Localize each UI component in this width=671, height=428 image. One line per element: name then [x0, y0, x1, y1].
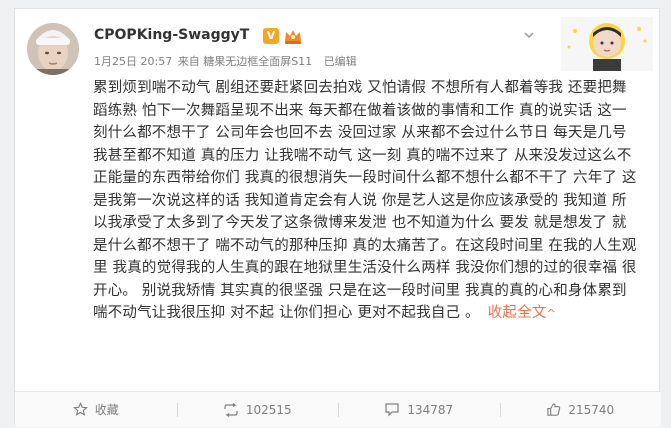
- like-count: 215740: [568, 402, 615, 417]
- post-time[interactable]: 1月25日 20:57: [94, 55, 172, 68]
- chevron-down-icon[interactable]: [523, 29, 535, 41]
- star-icon: [72, 402, 88, 416]
- action-bar: 收藏 102515 134787 215740: [15, 391, 661, 427]
- post-meta: 1月25日 20:57 来自 糖果无边框全面屏S11 已编辑: [94, 53, 357, 69]
- repost-icon: [224, 402, 238, 417]
- post-from-label: 来自: [177, 55, 200, 68]
- comment-icon: [385, 403, 399, 417]
- profile-card-decoration: [561, 17, 653, 71]
- like-button[interactable]: 215740: [499, 392, 662, 428]
- favorite-button[interactable]: 收藏: [15, 392, 177, 428]
- comment-button[interactable]: 134787: [338, 392, 500, 428]
- collapse-label: 收起全文: [487, 305, 547, 321]
- favorite-label: 收藏: [94, 403, 119, 417]
- avatar-photo-icon: [27, 23, 79, 75]
- edited-label[interactable]: 已编辑: [324, 55, 357, 68]
- user-avatar[interactable]: [27, 23, 79, 75]
- comment-count: 134787: [407, 402, 454, 417]
- post-text: 累到烦到喘不动气 剧组还要赶紧回去拍戏 又怕请假 不想所有人都着等我 还要把舞蹈…: [93, 80, 637, 321]
- cartoon-portrait-icon: [561, 17, 653, 71]
- post-device: 糖果无边框全面屏S11: [203, 55, 313, 68]
- vip-crown-icon[interactable]: [283, 27, 303, 45]
- weibo-post-card: CPOPKing-SwaggyT V 1月25日 20:57 来自 糖果无边框全…: [14, 8, 661, 427]
- user-name[interactable]: CPOPKing-SwaggyT: [94, 27, 249, 43]
- thumbs-up-icon: [547, 403, 561, 416]
- post-body: 累到烦到喘不动气 剧组还要赶紧回去拍戏 又怕请假 不想所有人都着等我 还要把舞蹈…: [93, 77, 638, 326]
- collapse-caret-icon: ^: [546, 307, 556, 320]
- collapse-full-text-link[interactable]: 收起全文^: [488, 305, 556, 321]
- verified-badge: V: [263, 28, 279, 44]
- repost-count: 102515: [245, 402, 292, 417]
- repost-button[interactable]: 102515: [176, 392, 339, 428]
